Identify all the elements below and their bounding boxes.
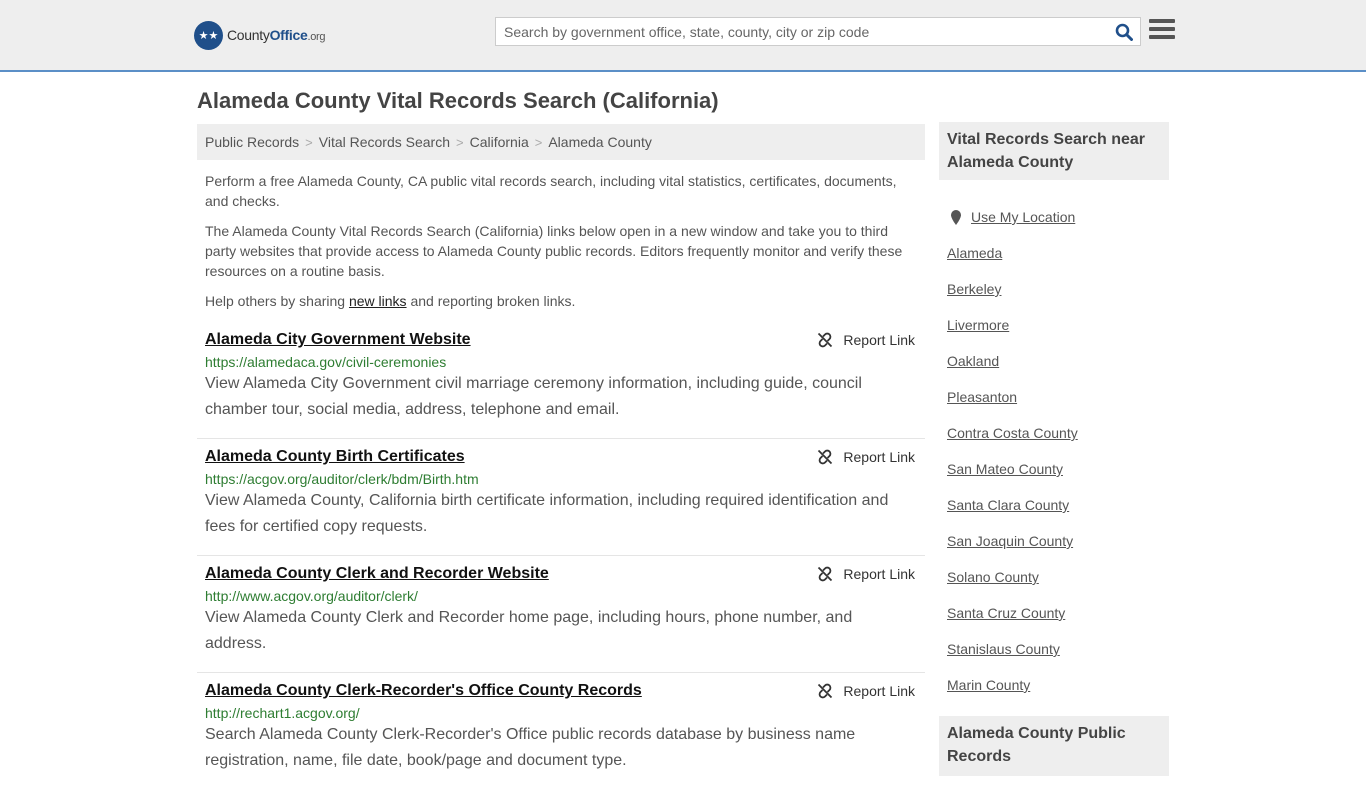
sidebar-link[interactable]: Stanislaus County: [947, 641, 1060, 657]
sidebar-link[interactable]: Santa Cruz County: [947, 605, 1065, 621]
sidebar-link[interactable]: Pleasanton: [947, 389, 1017, 405]
sidebar-link-item: Pleasanton: [947, 379, 1169, 415]
broken-link-icon: [818, 332, 833, 348]
intro-paragraph-2: The Alameda County Vital Records Search …: [205, 223, 903, 279]
sidebar-link[interactable]: Santa Clara County: [947, 497, 1069, 513]
sidebar-link[interactable]: Solano County: [947, 569, 1039, 585]
sidebar-link[interactable]: San Joaquin County: [947, 533, 1073, 549]
new-links-link[interactable]: new links: [349, 293, 407, 309]
intro-paragraph-1: Perform a free Alameda County, CA public…: [205, 173, 897, 209]
search-bar: [495, 17, 1141, 46]
result-url: https://acgov.org/auditor/clerk/bdm/Birt…: [205, 471, 479, 487]
result-item: Alameda City Government Website Report L…: [197, 322, 925, 439]
result-item: Alameda County Clerk-Recorder's Office C…: [197, 673, 925, 790]
result-title-link[interactable]: Alameda County Birth Certificates: [205, 448, 465, 466]
result-url: http://www.acgov.org/auditor/clerk/: [205, 588, 418, 604]
sidebar-heading-public-records: Alameda County Public Records: [939, 716, 1169, 776]
breadcrumb-separator: >: [456, 134, 464, 150]
search-input[interactable]: [496, 18, 1108, 45]
result-description: Search Alameda County Clerk-Recorder's O…: [205, 726, 856, 769]
sidebar-link-item: Livermore: [947, 307, 1169, 343]
sidebar-link-item: Santa Clara County: [947, 487, 1169, 523]
page-title: Alameda County Vital Records Search (Cal…: [197, 88, 719, 113]
sidebar-heading-nearby: Vital Records Search near Alameda County: [939, 122, 1169, 180]
search-icon: [1115, 23, 1133, 41]
sidebar-nearby-list: Use My Location Alameda Berkeley Livermo…: [947, 199, 1169, 703]
broken-link-icon: [818, 449, 833, 465]
sidebar-link[interactable]: San Mateo County: [947, 461, 1063, 477]
sidebar-link-item: Solano County: [947, 559, 1169, 595]
use-my-location-link[interactable]: Use My Location: [971, 209, 1075, 225]
breadcrumb-separator: >: [305, 134, 313, 150]
sidebar-link[interactable]: Livermore: [947, 317, 1009, 333]
report-link-button[interactable]: Report Link: [817, 566, 915, 582]
sidebar-link[interactable]: Berkeley: [947, 281, 1001, 297]
result-url: http://rechart1.acgov.org/: [205, 705, 360, 721]
breadcrumb-alameda-county[interactable]: Alameda County: [548, 134, 652, 150]
report-link-button[interactable]: Report Link: [817, 683, 915, 699]
top-header: ★★ CountyOffice.org: [0, 0, 1366, 72]
sidebar-link-item: San Joaquin County: [947, 523, 1169, 559]
result-description: View Alameda City Government civil marri…: [205, 375, 862, 418]
breadcrumb: Public Records > Vital Records Search > …: [197, 124, 925, 160]
sidebar-link-item: San Mateo County: [947, 451, 1169, 487]
sidebar-link-item: Stanislaus County: [947, 631, 1169, 667]
sidebar-link[interactable]: Alameda: [947, 245, 1002, 261]
breadcrumb-separator: >: [534, 134, 543, 150]
logo-badge-icon: ★★: [194, 20, 223, 50]
sidebar-link-item: Oakland: [947, 343, 1169, 379]
logo-text: CountyOffice.org: [227, 27, 326, 43]
result-description: View Alameda County, California birth ce…: [205, 492, 889, 535]
use-location-item: Use My Location: [947, 199, 1169, 235]
result-item: Alameda County Birth Certificates Report…: [197, 439, 925, 556]
result-title-link[interactable]: Alameda County Clerk-Recorder's Office C…: [205, 682, 642, 700]
intro-paragraph-3: Help others by sharing new links and rep…: [205, 293, 576, 309]
sidebar-link[interactable]: Contra Costa County: [947, 425, 1078, 441]
breadcrumb-california[interactable]: California: [470, 134, 529, 150]
hamburger-menu-icon[interactable]: [1149, 19, 1175, 43]
result-title-link[interactable]: Alameda County Clerk and Recorder Websit…: [205, 565, 549, 583]
breadcrumb-public-records[interactable]: Public Records: [205, 134, 299, 150]
sidebar-link[interactable]: Marin County: [947, 677, 1030, 693]
sidebar-link-item: Berkeley: [947, 271, 1169, 307]
result-title-link[interactable]: Alameda City Government Website: [205, 331, 471, 349]
sidebar-link-item: Santa Cruz County: [947, 595, 1169, 631]
sidebar-link-item: Marin County: [947, 667, 1169, 703]
broken-link-icon: [818, 683, 833, 699]
result-url: https://alamedaca.gov/civil-ceremonies: [205, 354, 447, 370]
sidebar-link-item: Contra Costa County: [947, 415, 1169, 451]
report-link-button[interactable]: Report Link: [817, 332, 915, 348]
report-link-button[interactable]: Report Link: [817, 449, 915, 465]
breadcrumb-vital-records[interactable]: Vital Records Search: [319, 134, 450, 150]
intro-text: Perform a free Alameda County, CA public…: [205, 171, 917, 321]
broken-link-icon: [818, 566, 833, 582]
result-description: View Alameda County Clerk and Recorder h…: [205, 609, 853, 652]
search-button[interactable]: [1108, 18, 1140, 45]
results-list: Alameda City Government Website Report L…: [197, 322, 925, 790]
site-logo[interactable]: ★★ CountyOffice.org: [194, 20, 326, 50]
result-item: Alameda County Clerk and Recorder Websit…: [197, 556, 925, 673]
location-pin-icon: [951, 209, 961, 225]
sidebar-link[interactable]: Oakland: [947, 353, 999, 369]
sidebar-link-item: Alameda: [947, 235, 1169, 271]
